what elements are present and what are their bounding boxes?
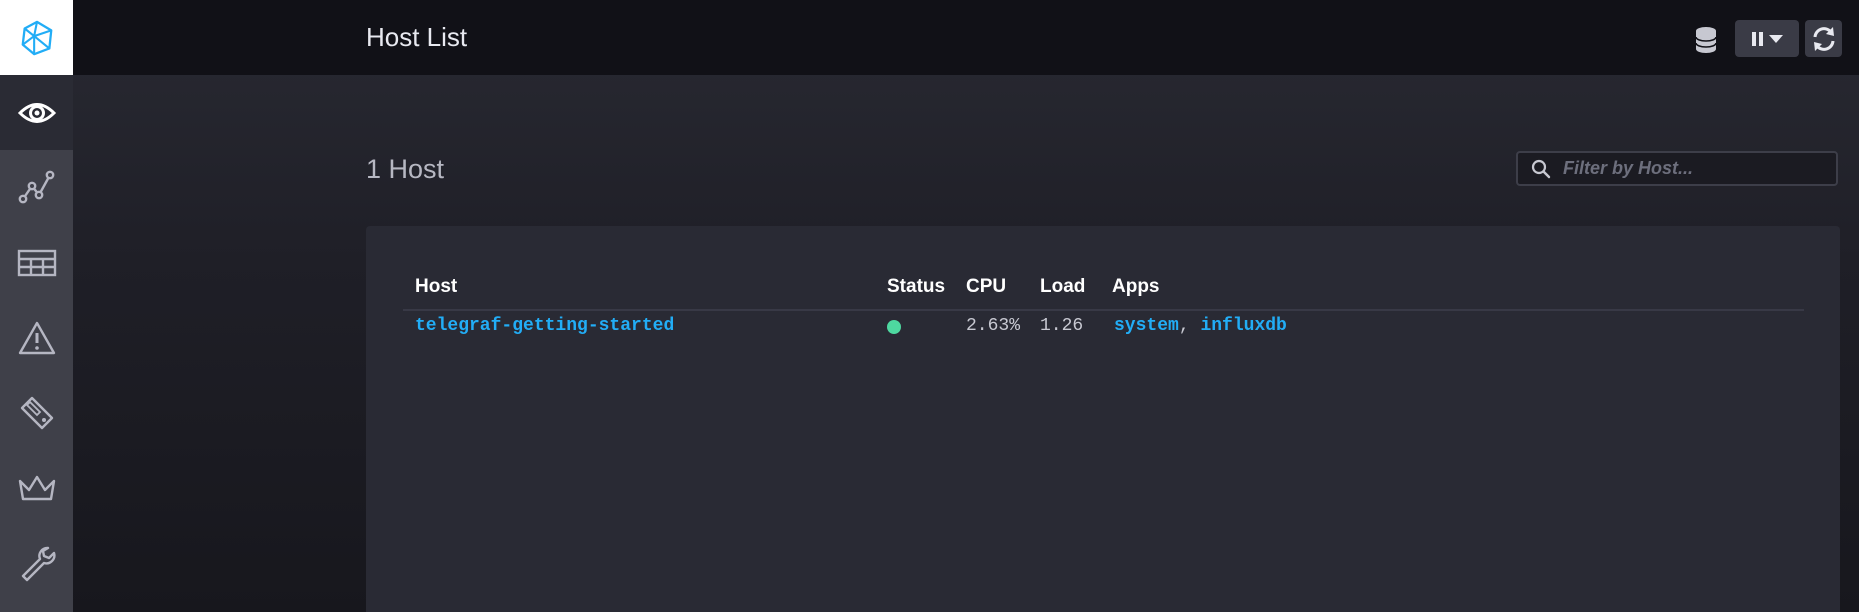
- wrench-icon: [21, 546, 56, 581]
- filter-input[interactable]: [1561, 157, 1815, 180]
- table-icon: [17, 249, 56, 276]
- alert-icon: [18, 321, 55, 354]
- sidebar-item-admin[interactable]: [0, 450, 73, 525]
- refresh-button[interactable]: [1805, 20, 1842, 57]
- database-icon[interactable]: [1694, 26, 1718, 59]
- caret-down-icon: [1769, 34, 1783, 43]
- host-count: 1 Host: [366, 154, 445, 184]
- logo[interactable]: [0, 0, 73, 75]
- refresh-icon: [1813, 26, 1834, 51]
- table-header: Host Status CPU Load Apps: [403, 276, 1804, 311]
- autorefresh-pause-button[interactable]: [1735, 20, 1799, 57]
- column-header-apps: Apps: [1112, 276, 1160, 297]
- column-header-host[interactable]: Host: [415, 276, 457, 298]
- crown-icon: [18, 475, 55, 500]
- eye-icon: [17, 102, 56, 123]
- table-row: telegraf-getting-started 2.63% 1.26 syst…: [403, 316, 1804, 346]
- host-table-panel: Host Status CPU Load Apps telegraf-getti…: [366, 226, 1840, 612]
- app-link-influxdb[interactable]: influxdb: [1200, 316, 1286, 336]
- sidebar-item-dashboards[interactable]: [0, 225, 73, 300]
- graph-icon: [18, 170, 54, 203]
- logo-icon: [21, 20, 52, 55]
- host-link[interactable]: telegraf-getting-started: [415, 316, 674, 336]
- page-title: Host List: [366, 22, 468, 52]
- app-link-system[interactable]: system: [1114, 316, 1179, 336]
- sidebar-item-alerting[interactable]: [0, 300, 73, 375]
- sidebar: [0, 0, 73, 612]
- apps-cell: system, influxdb: [1114, 316, 1287, 336]
- apps-separator: ,: [1178, 316, 1190, 336]
- pause-icon: [1752, 31, 1763, 46]
- status-dot: [887, 320, 901, 334]
- sidebar-item-log-viewer[interactable]: [0, 375, 73, 450]
- app-root: Host List 1 Host Filter by Host... Host …: [0, 0, 1859, 612]
- page-header: Host List: [73, 0, 1859, 75]
- status-indicator: [887, 316, 901, 334]
- sidebar-item-host-list[interactable]: [0, 75, 73, 150]
- search-icon: [1531, 159, 1551, 178]
- cpu-value: 2.63%: [966, 316, 1021, 336]
- column-header-load[interactable]: Load: [1040, 276, 1085, 298]
- column-header-cpu[interactable]: CPU: [966, 276, 1006, 298]
- sidebar-item-configuration[interactable]: [0, 525, 73, 600]
- sidebar-item-data-explorer[interactable]: [0, 150, 73, 225]
- column-header-status[interactable]: Status: [887, 276, 945, 298]
- main-content: Host List 1 Host Filter by Host... Host …: [73, 0, 1859, 612]
- load-value: 1.26: [1040, 316, 1084, 336]
- tag-icon: [20, 396, 53, 429]
- filter-hosts[interactable]: [1516, 151, 1838, 186]
